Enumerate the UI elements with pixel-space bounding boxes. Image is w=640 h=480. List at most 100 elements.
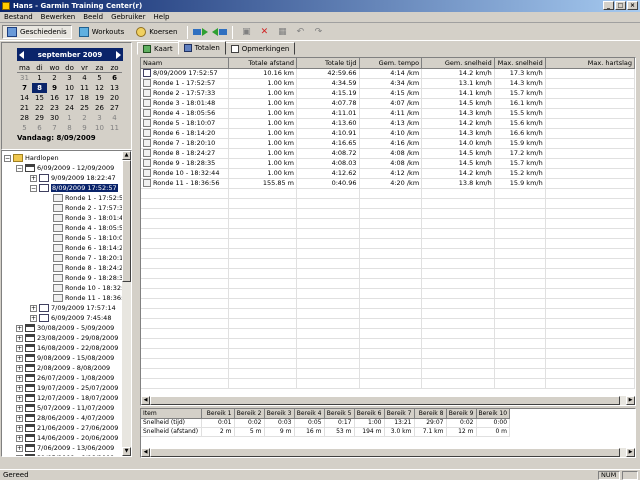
expand-icon[interactable]: + bbox=[16, 444, 23, 452]
tree-lap-item[interactable]: Ronde 10 - 18:32:44 bbox=[44, 283, 131, 293]
tree-activity-item[interactable]: − 8/09/2009 17:52:57 bbox=[30, 183, 118, 193]
tree-root[interactable]: − Hardlopen bbox=[4, 153, 59, 163]
calendar-day[interactable]: 23 bbox=[47, 103, 62, 113]
table-row[interactable]: Ronde 2 - 17:57:33 1.00 km 4:15.19 4:15 /km… bbox=[141, 88, 635, 99]
tree-week-item[interactable]: +26/07/2009 - 1/08/2009 bbox=[16, 373, 114, 383]
tree-lap-item[interactable]: Ronde 4 - 18:05:56 bbox=[44, 223, 127, 233]
expand-icon[interactable]: + bbox=[16, 414, 23, 422]
table-row[interactable]: Ronde 1 - 17:52:57 1.00 km 4:34.59 4:34 /km… bbox=[141, 78, 635, 89]
table-row[interactable]: Ronde 4 - 18:05:56 1.00 km 4:11.01 4:11 /km… bbox=[141, 108, 635, 119]
calendar-day[interactable]: 18 bbox=[77, 93, 92, 103]
expand-icon[interactable]: + bbox=[16, 324, 23, 332]
tree-week-item[interactable]: +14/06/2009 - 20/06/2009 bbox=[16, 433, 118, 443]
tree-week-item[interactable]: +23/08/2009 - 29/08/2009 bbox=[16, 333, 118, 343]
tab-opmerkingen[interactable]: Opmerkingen bbox=[224, 42, 296, 55]
table-row[interactable]: 8/09/2009 17:52:57 10.16 km 42:59.66 4:14 /… bbox=[141, 68, 635, 79]
collapse-icon[interactable]: − bbox=[30, 184, 37, 192]
calendar-day[interactable]: 24 bbox=[62, 103, 77, 113]
calendar-day[interactable]: 30 bbox=[47, 113, 62, 123]
scroll-right-icon[interactable]: ▶ bbox=[626, 448, 635, 457]
redo-icon[interactable]: ↷ bbox=[310, 26, 326, 39]
calendar-day[interactable]: 14 bbox=[17, 93, 32, 103]
calendar-day[interactable]: 6 bbox=[107, 73, 122, 83]
expand-icon[interactable]: + bbox=[16, 454, 23, 456]
tree-scrollbar[interactable]: ▲ ▼ bbox=[122, 151, 131, 456]
tree-week-item[interactable]: +5/07/2009 - 11/07/2009 bbox=[16, 403, 114, 413]
geschiedenis-button[interactable]: Geschiedenis bbox=[2, 25, 72, 39]
expand-icon[interactable]: + bbox=[16, 354, 23, 362]
zone-column-header[interactable]: Item bbox=[141, 409, 202, 419]
workouts-button[interactable]: Workouts bbox=[74, 25, 130, 39]
column-header[interactable]: Naam bbox=[141, 58, 230, 69]
column-header[interactable]: Max. snelheid bbox=[494, 58, 546, 69]
tree-week-item[interactable]: +28/06/2009 - 4/07/2009 bbox=[16, 413, 114, 423]
previous-month-icon[interactable] bbox=[19, 50, 24, 59]
table-row[interactable]: Ronde 10 - 18:32:44 1.00 km 4:12.62 4:12 /k… bbox=[141, 168, 635, 179]
calendar-day[interactable]: 21 bbox=[17, 103, 32, 113]
map-icon[interactable]: ▦ bbox=[274, 26, 290, 39]
calendar-day[interactable]: 19 bbox=[92, 93, 107, 103]
calendar-day[interactable]: 6 bbox=[32, 123, 47, 133]
send-to-device-icon[interactable] bbox=[193, 26, 209, 39]
calendar-day[interactable]: 2 bbox=[77, 113, 92, 123]
tree-lap-item[interactable]: Ronde 7 - 18:20:10 bbox=[44, 253, 127, 263]
scroll-thumb[interactable] bbox=[122, 160, 131, 282]
column-header[interactable]: Gem. snelheid bbox=[421, 58, 495, 69]
table-row[interactable]: Ronde 11 - 18:36:56 155.85 m 0:40.96 4:20 /… bbox=[141, 178, 635, 189]
scroll-thumb[interactable] bbox=[150, 396, 620, 405]
tree-lap-item[interactable]: Ronde 9 - 18:28:35 bbox=[44, 273, 127, 283]
column-header[interactable]: Totale afstand bbox=[228, 58, 298, 69]
menu-bewerken[interactable]: Bewerken bbox=[37, 13, 80, 21]
minimize-button[interactable]: _ bbox=[603, 1, 614, 10]
calendar-day[interactable]: 9 bbox=[77, 123, 92, 133]
calendar-day[interactable]: 10 bbox=[92, 123, 107, 133]
expand-icon[interactable]: + bbox=[16, 364, 23, 372]
tree-week-item[interactable]: +12/07/2009 - 18/07/2009 bbox=[16, 393, 118, 403]
calendar-day[interactable]: 1 bbox=[32, 73, 47, 83]
table-row[interactable]: Ronde 9 - 18:28:35 1.00 km 4:08.03 4:08 /km… bbox=[141, 158, 635, 169]
calendar-day[interactable]: 22 bbox=[32, 103, 47, 113]
collapse-icon[interactable]: − bbox=[4, 154, 11, 162]
tree-week-item[interactable]: +30/08/2009 - 5/09/2009 bbox=[16, 323, 114, 333]
tree-lap-item[interactable]: Ronde 5 - 18:10:07 bbox=[44, 233, 127, 243]
maximize-button[interactable]: □ bbox=[615, 1, 626, 10]
table-row[interactable]: Ronde 6 - 18:14:20 1.00 km 4:10.91 4:10 /km… bbox=[141, 128, 635, 139]
zone-column-header[interactable]: Bereik 8 bbox=[414, 409, 447, 419]
calendar-day[interactable]: 8 bbox=[62, 123, 77, 133]
calendar-day[interactable]: 13 bbox=[107, 83, 122, 93]
expand-icon[interactable]: + bbox=[16, 424, 23, 432]
calendar-day[interactable]: 9 bbox=[47, 83, 62, 93]
tree-lap-item[interactable]: Ronde 6 - 18:14:20 bbox=[44, 243, 127, 253]
zone-column-header[interactable]: Bereik 6 bbox=[354, 409, 385, 419]
table-row[interactable]: Ronde 3 - 18:01:48 1.00 km 4:07.78 4:07 /km… bbox=[141, 98, 635, 109]
tree-week-item[interactable]: +21/06/2009 - 27/06/2009 bbox=[16, 423, 118, 433]
expand-icon[interactable]: + bbox=[30, 174, 37, 182]
column-header[interactable]: Totale tijd bbox=[296, 58, 360, 69]
expand-icon[interactable]: + bbox=[16, 344, 23, 352]
menu-bestand[interactable]: Bestand bbox=[0, 13, 37, 21]
expand-icon[interactable]: + bbox=[16, 374, 23, 382]
expand-icon[interactable]: + bbox=[16, 404, 23, 412]
zones-horizontal-scrollbar[interactable]: ◀ ▶ bbox=[141, 448, 635, 457]
tree-week-item[interactable]: +9/08/2009 - 15/08/2009 bbox=[16, 353, 114, 363]
tree-activity-item[interactable]: +6/09/2009 7:45:48 bbox=[30, 313, 111, 323]
calendar-day[interactable]: 4 bbox=[107, 113, 122, 123]
calendar-day[interactable]: 20 bbox=[107, 93, 122, 103]
next-month-icon[interactable] bbox=[115, 50, 121, 59]
calendar-day[interactable]: 10 bbox=[62, 83, 77, 93]
tree-week-item[interactable]: +7/06/2009 - 13/06/2009 bbox=[16, 443, 114, 453]
calendar-day[interactable]: 7 bbox=[17, 83, 32, 93]
zone-column-header[interactable]: Bereik 1 bbox=[201, 409, 235, 419]
calendar-day[interactable]: 1 bbox=[62, 113, 77, 123]
tree-lap-item[interactable]: Ronde 2 - 17:57:33 bbox=[44, 203, 127, 213]
tab-totalen[interactable]: Totalen bbox=[177, 41, 226, 55]
calendar-day[interactable]: 29 bbox=[32, 113, 47, 123]
tree-week-item[interactable]: +2/08/2009 - 8/08/2009 bbox=[16, 363, 110, 373]
expand-icon[interactable]: + bbox=[30, 314, 37, 322]
expand-icon[interactable]: + bbox=[16, 434, 23, 442]
laps-horizontal-scrollbar[interactable]: ◀ ▶ bbox=[141, 396, 635, 405]
calendar-day[interactable]: 11 bbox=[107, 123, 122, 133]
zone-column-header[interactable]: Bereik 5 bbox=[324, 409, 355, 419]
close-button[interactable]: × bbox=[627, 1, 638, 10]
scroll-up-icon[interactable]: ▲ bbox=[122, 151, 131, 160]
